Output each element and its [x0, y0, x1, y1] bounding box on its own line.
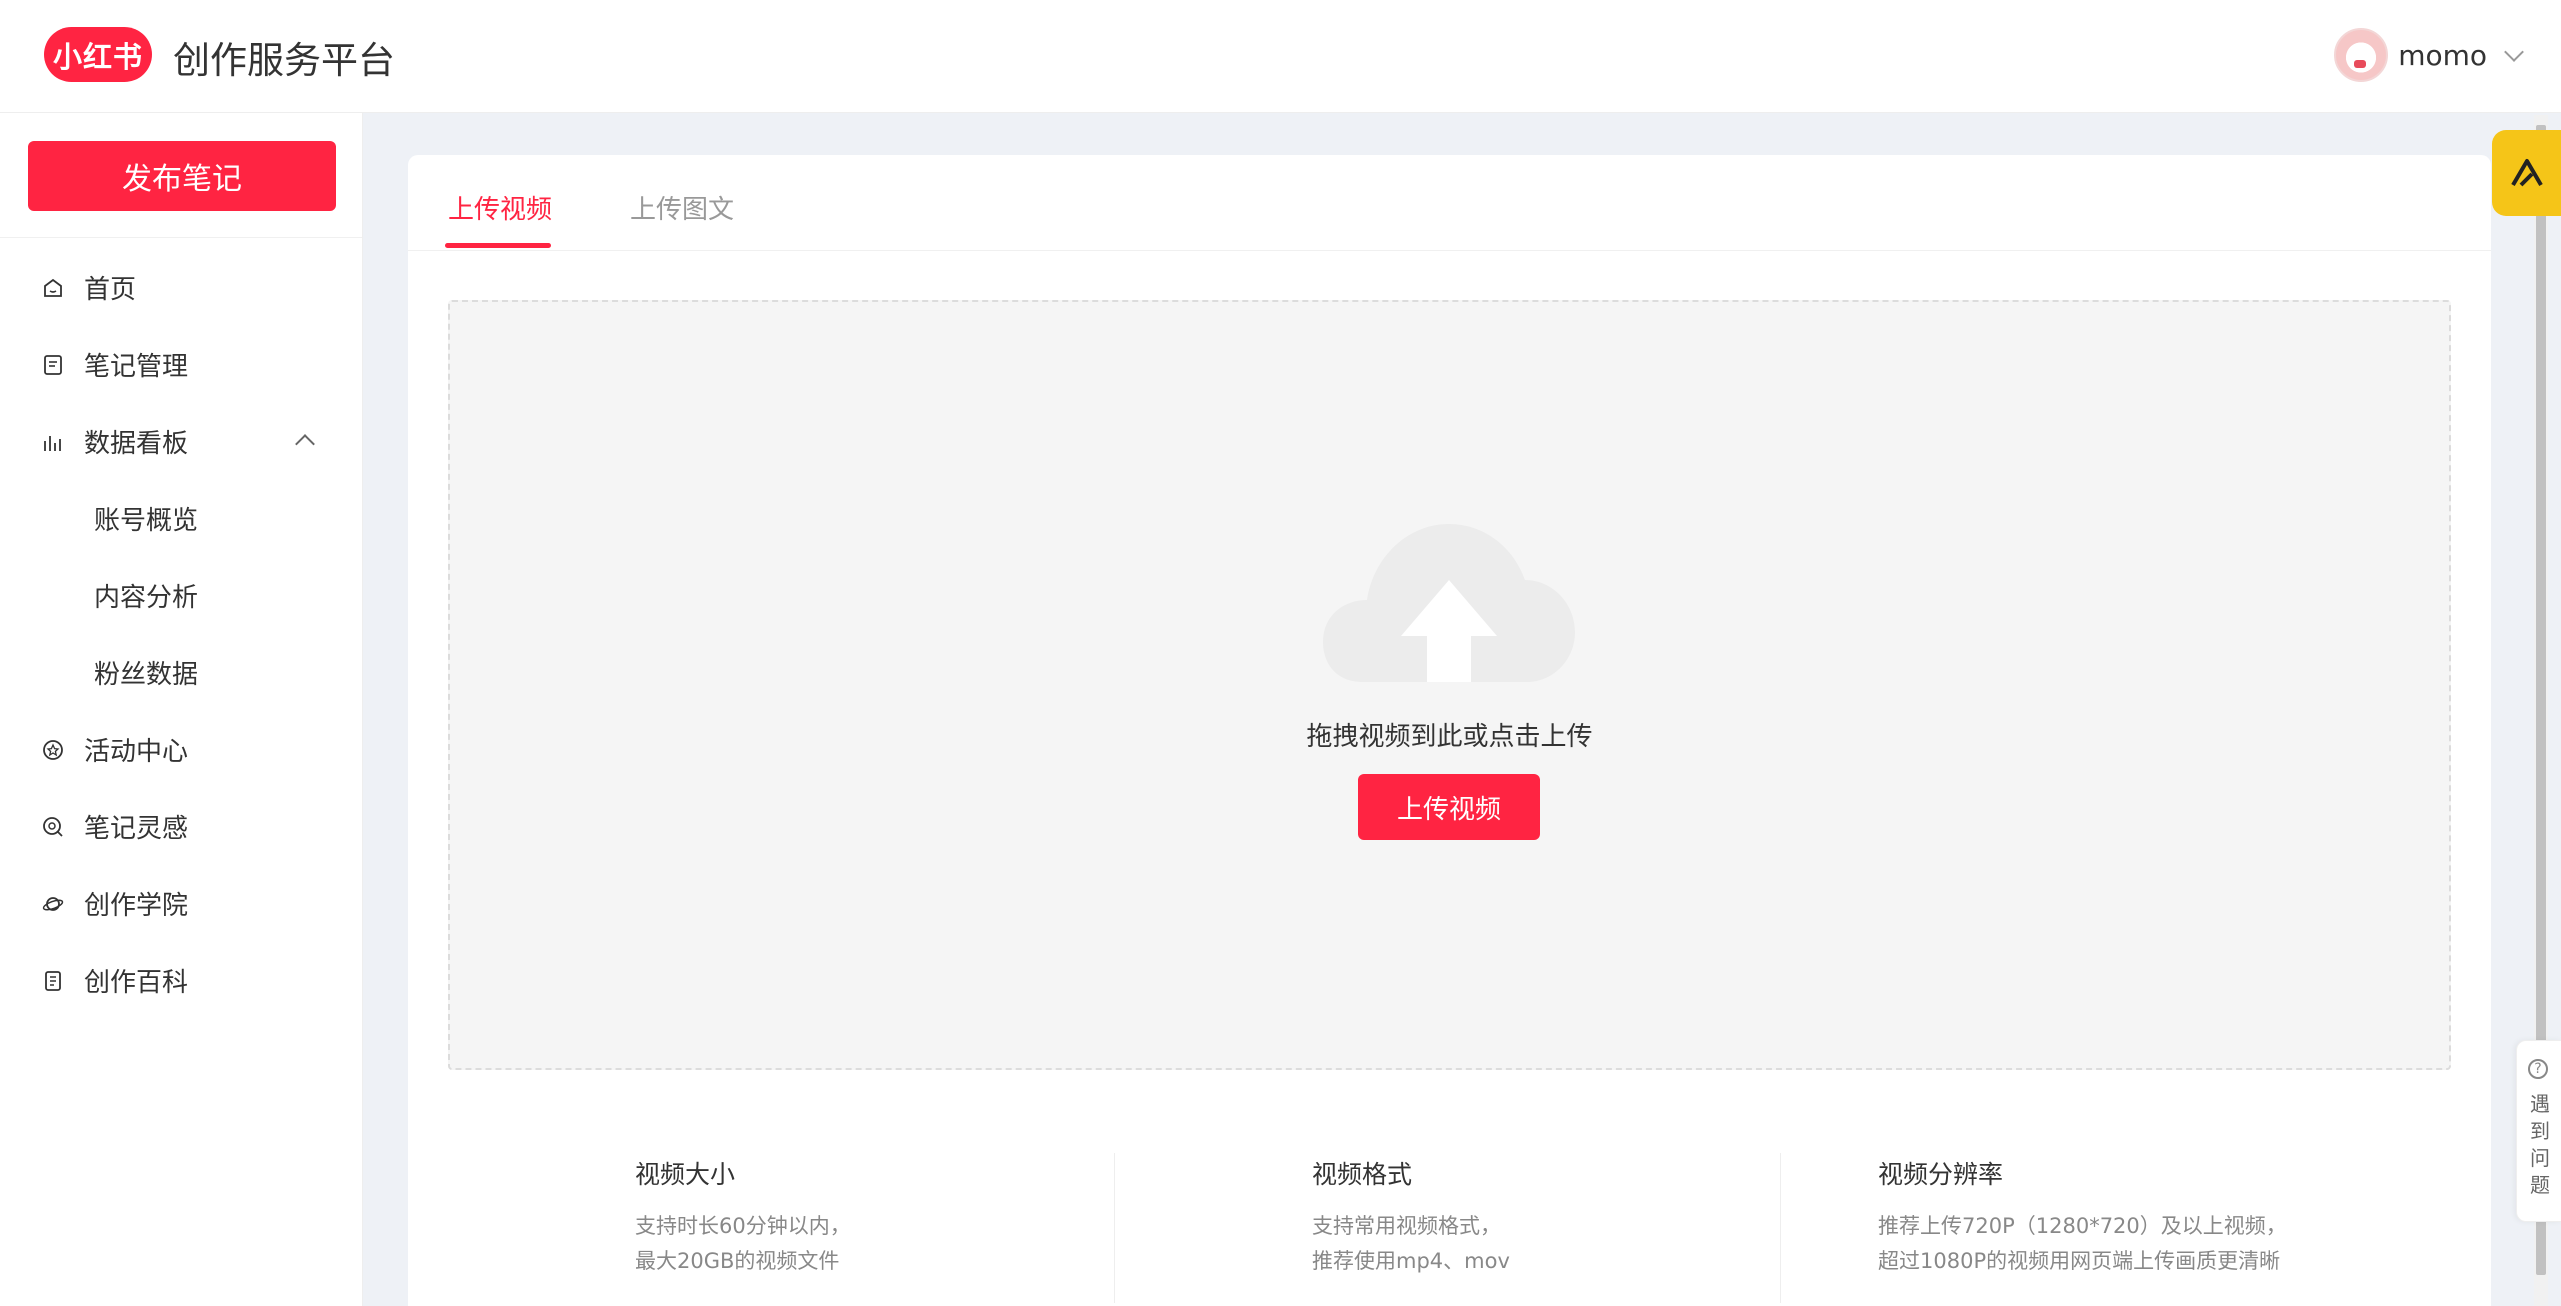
active-tab-indicator — [445, 243, 551, 248]
sidebar-item-label: 首页 — [84, 275, 137, 305]
info-line: 支持常用视频格式， — [1312, 1214, 1501, 1238]
info-video-format: 视频格式 支持常用视频格式， 推荐使用mp4、mov — [1312, 1155, 1510, 1279]
divider — [0, 237, 362, 238]
video-dropzone[interactable]: 拖拽视频到此或点击上传 上传视频 — [448, 300, 2451, 1070]
info-video-size: 视频大小 支持时长60分钟以内， 最大20GB的视频文件 — [635, 1155, 851, 1279]
username: momo — [2398, 38, 2487, 72]
assistant-logo-icon — [2510, 159, 2543, 187]
sidebar-item-label: 粉丝数据 — [94, 660, 199, 690]
chevron-down-icon[interactable] — [2504, 42, 2524, 62]
main-area: 上传视频 上传图文 拖拽视频到此或点击上传 上传视频 视频大小 支持时长60分钟… — [363, 113, 2561, 1306]
top-header: 小红书 创作服务平台 momo — [0, 0, 2561, 113]
logo[interactable]: 小红书 — [44, 27, 152, 82]
upload-video-button[interactable]: 上传视频 — [1358, 774, 1540, 840]
activity-icon — [43, 739, 63, 760]
sidebar-item-label: 账号概览 — [94, 506, 199, 536]
app-title: 创作服务平台 — [173, 39, 395, 82]
sidebar-subitem-fan-data[interactable]: 粉丝数据 — [0, 634, 362, 711]
info-line: 推荐上传720P（1280*720）及以上视频， — [1878, 1214, 2287, 1238]
info-line: 超过1080P的视频用网页端上传画质更清晰 — [1878, 1249, 2281, 1273]
info-title: 视频分辨率 — [1878, 1160, 2004, 1189]
sidebar-item-creator-encyclopedia[interactable]: 创作百科 — [0, 942, 362, 1019]
info-video-resolution: 视频分辨率 推荐上传720P（1280*720）及以上视频， 超过1080P的视… — [1878, 1155, 2287, 1279]
sidebar-item-label: 活动中心 — [84, 737, 189, 767]
sidebar-item-note-inspiration[interactable]: 笔记灵感 — [0, 788, 362, 865]
upload-tabs: 上传视频 上传图文 — [408, 155, 2491, 251]
sidebar-item-label: 创作学院 — [84, 891, 189, 921]
cloud-upload-icon — [1323, 524, 1575, 682]
chevron-up-icon[interactable] — [295, 434, 315, 454]
info-line: 支持时长60分钟以内， — [635, 1214, 851, 1238]
sidebar-subitem-content-analysis[interactable]: 内容分析 — [0, 557, 362, 634]
encyclopedia-icon — [45, 970, 61, 991]
divider — [1780, 1153, 1781, 1303]
inspiration-icon — [43, 816, 63, 837]
home-icon — [44, 278, 62, 297]
info-title: 视频格式 — [1312, 1160, 1413, 1189]
dropzone-hint: 拖拽视频到此或点击上传 — [1306, 722, 1593, 752]
sidebar-item-data-dashboard[interactable]: 数据看板 — [0, 403, 362, 480]
sidebar-item-note-management[interactable]: 笔记管理 — [0, 326, 362, 403]
user-menu[interactable]: momo — [2334, 28, 2524, 82]
sidebar-item-home[interactable]: 首页 — [0, 249, 362, 326]
info-line: 推荐使用mp4、mov — [1312, 1249, 1510, 1273]
avatar[interactable] — [2334, 28, 2389, 82]
publish-note-button[interactable]: 发布笔记 — [28, 141, 336, 211]
sidebar-item-label: 创作百科 — [84, 968, 189, 998]
note-icon — [44, 354, 62, 375]
divider — [1114, 1153, 1115, 1303]
bar-chart-icon — [44, 435, 61, 451]
floating-assistant-button[interactable] — [2492, 130, 2561, 216]
info-title: 视频大小 — [635, 1160, 736, 1189]
info-line: 最大20GB的视频文件 — [635, 1249, 840, 1273]
sidebar: 发布笔记 首页 笔记管理 数据看板 账号概览 内容分析 粉丝数据 活动中心 笔记… — [0, 113, 363, 1306]
help-label: 遇到问题 — [2530, 1092, 2550, 1197]
upload-card: 上传视频 上传图文 拖拽视频到此或点击上传 上传视频 视频大小 支持时长60分钟… — [408, 155, 2491, 1306]
sidebar-item-label: 内容分析 — [94, 583, 199, 613]
sidebar-item-label: 数据看板 — [84, 429, 189, 459]
sidebar-item-activity-center[interactable]: 活动中心 — [0, 711, 362, 788]
sidebar-subitem-account-overview[interactable]: 账号概览 — [0, 480, 362, 557]
sidebar-nav: 首页 笔记管理 数据看板 账号概览 内容分析 粉丝数据 活动中心 笔记灵感 创作… — [0, 249, 362, 1019]
sidebar-item-creator-academy[interactable]: 创作学院 — [0, 865, 362, 942]
help-panel[interactable]: ? 遇到问题 — [2516, 1040, 2561, 1222]
planet-icon — [42, 896, 64, 911]
tab-upload-video[interactable]: 上传视频 — [448, 189, 552, 226]
tab-upload-image-text[interactable]: 上传图文 — [630, 189, 734, 226]
sidebar-item-label: 笔记灵感 — [84, 814, 189, 844]
sidebar-item-label: 笔记管理 — [84, 352, 189, 382]
question-icon: ? — [2528, 1059, 2548, 1079]
